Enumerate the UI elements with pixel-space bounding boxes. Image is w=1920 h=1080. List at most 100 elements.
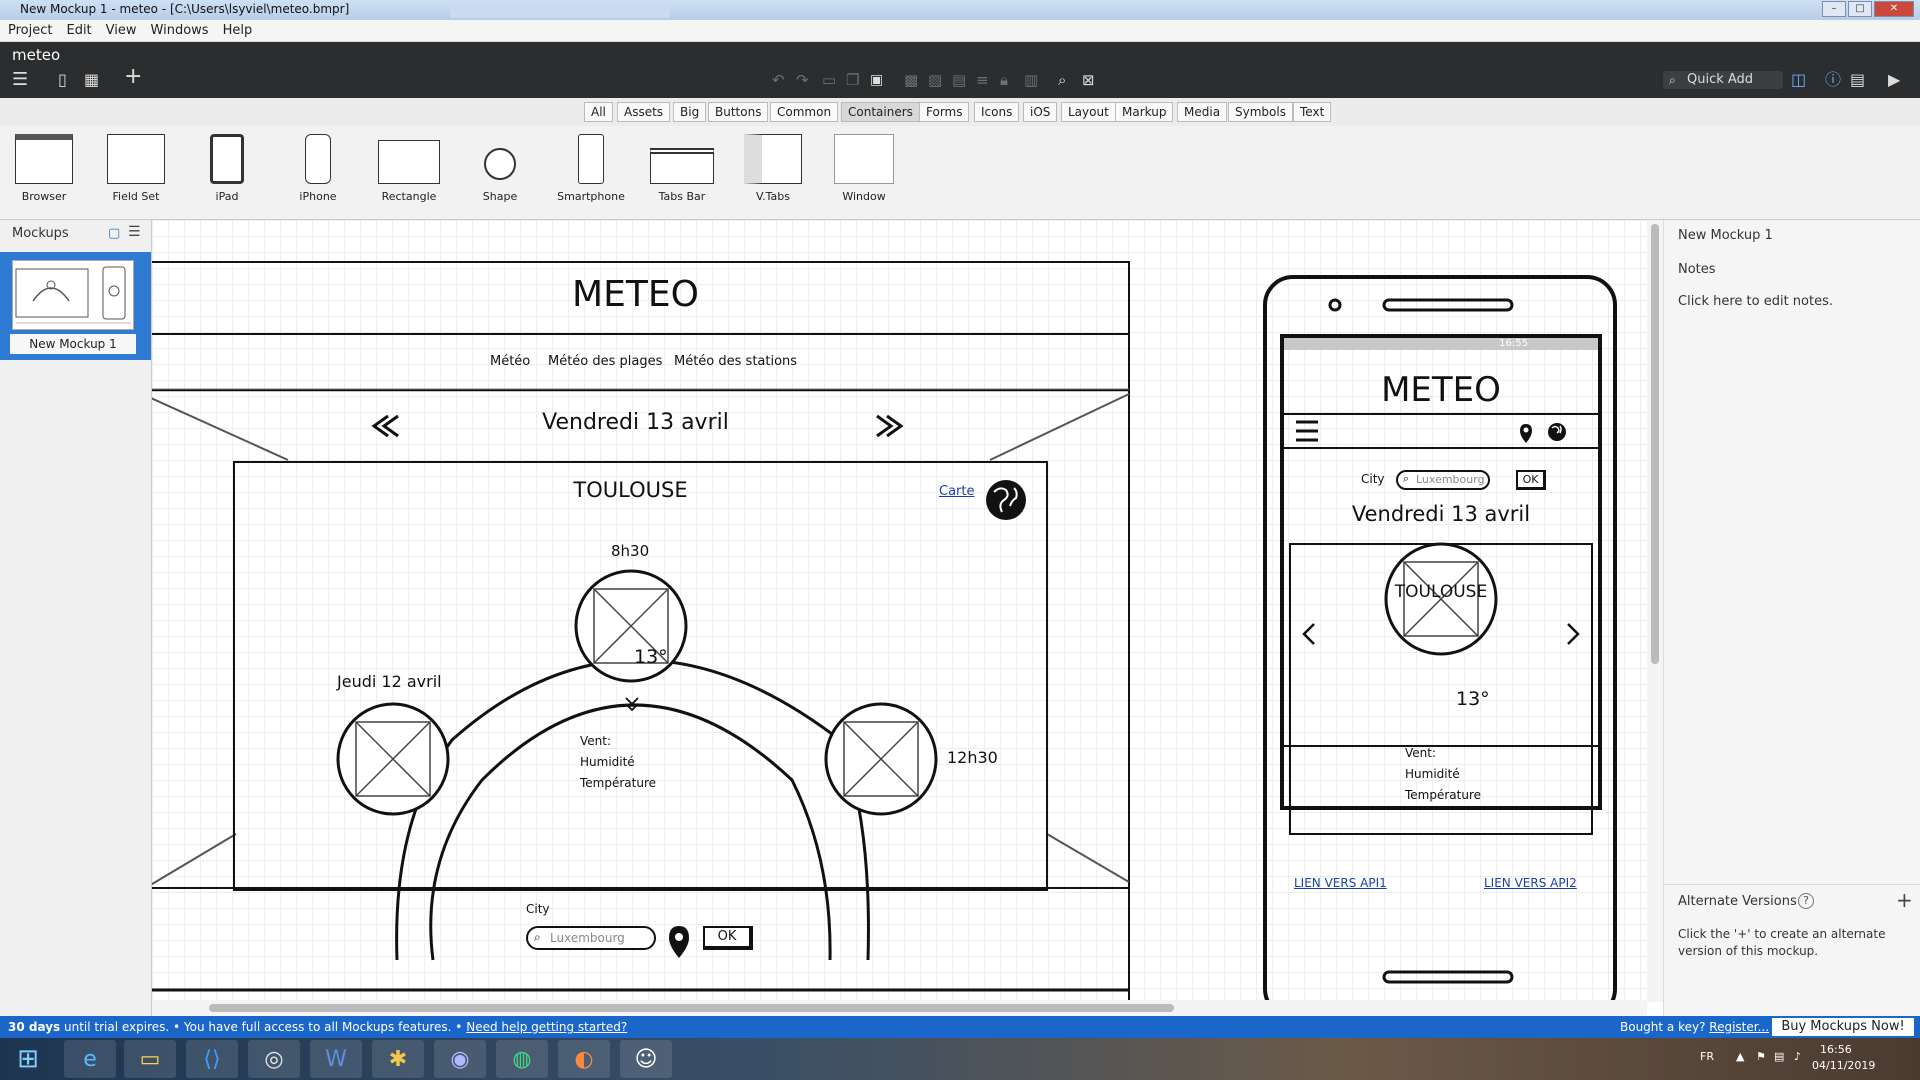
tab-all[interactable]: All <box>584 102 613 122</box>
component-field-set[interactable]: Field Set <box>96 134 176 203</box>
nav-meteo[interactable]: Météo <box>490 354 530 369</box>
list-view-icon[interactable]: ☰ <box>128 224 141 240</box>
tab-containers[interactable]: Containers <box>841 102 920 122</box>
language-indicator[interactable]: FR <box>1700 1050 1714 1063</box>
grid-view-icon[interactable]: ▦ <box>84 70 99 90</box>
map-link[interactable]: Carte <box>939 484 974 499</box>
globe-icon[interactable] <box>986 480 1026 520</box>
menu-project[interactable]: Project <box>8 23 52 38</box>
component-browser[interactable]: Browser <box>4 134 84 203</box>
mockup-thumbnail[interactable]: New Mockup 1 <box>0 252 151 360</box>
single-view-icon[interactable]: ▯ <box>58 70 67 90</box>
vertical-scroll-thumb[interactable] <box>1651 224 1659 664</box>
add-alternate-icon[interactable]: + <box>1896 888 1913 912</box>
internet-explorer-icon[interactable]: e <box>64 1040 116 1078</box>
bring-front-icon[interactable]: ▤ <box>952 70 966 90</box>
cut-icon[interactable]: ▭ <box>822 70 836 90</box>
clock-time[interactable]: 16:56 <box>1820 1043 1852 1056</box>
undo-icon[interactable]: ↶ <box>772 70 785 90</box>
menu-windows[interactable]: Windows <box>151 23 209 38</box>
component-iphone[interactable]: iPhone <box>278 134 358 203</box>
buy-button[interactable]: Buy Mockups Now! <box>1772 1018 1914 1036</box>
markup-toggle-icon[interactable]: ◫ <box>1791 70 1806 90</box>
component-tabs-bar[interactable]: Tabs Bar <box>642 134 722 203</box>
menu-view[interactable]: View <box>106 23 137 38</box>
location-pin-icon[interactable] <box>669 926 689 956</box>
tab-common[interactable]: Common <box>770 102 839 122</box>
tab-forms[interactable]: Forms <box>919 102 970 122</box>
paste-icon[interactable]: ▣ <box>870 70 883 90</box>
hamburger-menu-icon[interactable]: ☰ <box>12 70 28 90</box>
smiley-app-icon[interactable]: ☺ <box>620 1040 672 1078</box>
tab-text[interactable]: Text <box>1293 102 1332 122</box>
menu-help[interactable]: Help <box>223 23 253 38</box>
tab-big[interactable]: Big <box>673 102 707 122</box>
add-mockup-icon[interactable]: + <box>124 66 142 88</box>
firefox-icon[interactable]: ◐ <box>558 1040 610 1078</box>
component-v-tabs[interactable]: V.Tabs <box>733 134 813 203</box>
find-icon[interactable]: ⌕ <box>1058 70 1066 90</box>
discord-icon[interactable]: ◉ <box>434 1040 486 1078</box>
nav-meteo-plages[interactable]: Météo des plages <box>548 354 662 369</box>
phone-link-api1[interactable]: LIEN VERS API1 <box>1294 876 1387 890</box>
tab-ios[interactable]: iOS <box>1023 102 1058 122</box>
ungroup-icon[interactable]: ▨ <box>928 70 942 90</box>
phone-prev-icon[interactable] <box>1302 620 1326 648</box>
quick-add-input[interactable]: ⌕ Quick Add <box>1663 71 1783 89</box>
clock-date[interactable]: 04/11/2019 <box>1812 1059 1875 1072</box>
component-window[interactable]: Window <box>824 134 904 203</box>
word-icon[interactable]: W <box>310 1040 362 1078</box>
tab-buttons[interactable]: Buttons <box>708 102 769 122</box>
phone-ok-button[interactable]: OK <box>1516 470 1546 490</box>
tab-symbols[interactable]: Symbols <box>1228 102 1293 122</box>
tab-icons[interactable]: Icons <box>974 102 1020 122</box>
phone-link-api2[interactable]: LIEN VERS API2 <box>1484 876 1577 890</box>
component-rectangle[interactable]: Rectangle <box>369 134 449 203</box>
chrome-icon[interactable]: ◎ <box>248 1040 300 1078</box>
file-explorer-icon[interactable]: ▭ <box>124 1040 176 1078</box>
close-button[interactable]: ✕ <box>1874 1 1914 17</box>
horizontal-scroll-thumb[interactable] <box>209 1004 1174 1012</box>
presentation-icon[interactable]: ▶ <box>1888 70 1900 90</box>
flag-icon[interactable]: ⚑ <box>1756 1050 1766 1063</box>
clear-selection-icon[interactable]: ⊠ <box>1082 70 1095 90</box>
tab-media[interactable]: Media <box>1177 102 1228 122</box>
network-icon[interactable]: ▤ <box>1774 1050 1784 1063</box>
vertical-scrollbar[interactable] <box>1647 220 1663 1002</box>
volume-icon[interactable]: ♪ <box>1794 1050 1801 1063</box>
info-icon[interactable]: ⓘ <box>1825 70 1841 90</box>
phone-city-input[interactable]: ⌕ Luxembourg <box>1396 470 1490 490</box>
tab-assets[interactable]: Assets <box>617 102 671 122</box>
vscode-icon[interactable]: ⟨⟩ <box>186 1040 238 1078</box>
horizontal-scrollbar[interactable] <box>152 1000 1647 1016</box>
component-smartphone[interactable]: Smartphone <box>551 134 631 203</box>
delete-icon[interactable]: ▥ <box>1024 70 1038 90</box>
spotify-icon[interactable]: ◍ <box>496 1040 548 1078</box>
city-search-input[interactable]: ⌕ Luxembourg <box>526 926 656 950</box>
tab-layout[interactable]: Layout <box>1061 102 1116 122</box>
phone-globe-icon[interactable] <box>1548 424 1568 444</box>
phone-next-icon[interactable] <box>1560 620 1584 648</box>
ok-button[interactable]: OK <box>703 926 753 950</box>
mockup-canvas[interactable]: METEO Météo Météo des plages Météo des s… <box>152 220 1647 1016</box>
group-icon[interactable]: ▩ <box>904 70 918 90</box>
minimize-button[interactable]: – <box>1822 1 1846 17</box>
nav-meteo-stations[interactable]: Météo des stations <box>674 354 797 369</box>
lock-icon[interactable]: 🔒︎ <box>1000 70 1008 90</box>
phone-hamburger-icon[interactable] <box>1296 424 1316 444</box>
properties-icon[interactable]: ▤ <box>1850 70 1865 90</box>
tray-arrow-icon[interactable]: ▲ <box>1736 1050 1744 1063</box>
redo-icon[interactable]: ↷ <box>796 70 809 90</box>
expand-details-icon[interactable] <box>617 692 647 714</box>
copy-icon[interactable]: ❐ <box>846 70 859 90</box>
align-icon[interactable]: ≡ <box>976 70 989 90</box>
thumbnail-view-icon[interactable]: ▢ <box>108 226 120 241</box>
help-icon[interactable]: ? <box>1798 893 1814 909</box>
tab-markup[interactable]: Markup <box>1115 102 1174 122</box>
notes-edit-area[interactable]: Click here to edit notes. <box>1678 294 1833 309</box>
component-shape[interactable]: Shape <box>460 134 540 203</box>
menu-edit[interactable]: Edit <box>66 23 91 38</box>
phone-location-icon[interactable] <box>1520 424 1536 446</box>
component-ipad[interactable]: iPad <box>187 134 267 203</box>
help-link[interactable]: Need help getting started? <box>466 1020 627 1034</box>
